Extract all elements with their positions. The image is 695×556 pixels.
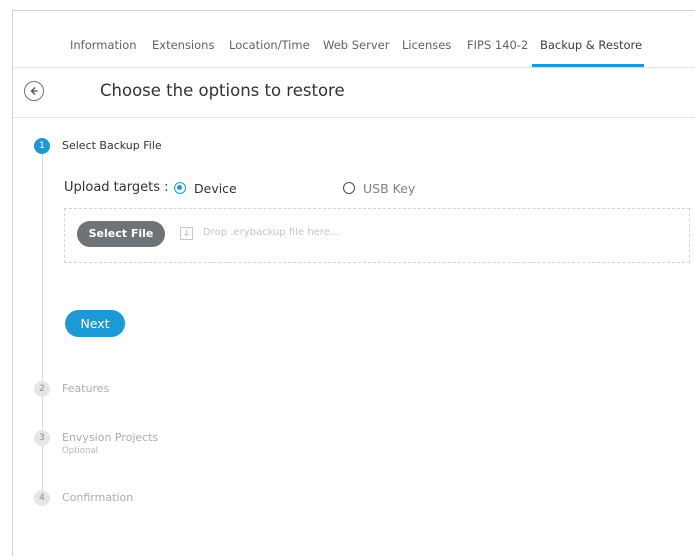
- file-drop-zone[interactable]: Select File Drop .erybackup file here...: [64, 208, 690, 263]
- drop-placeholder: Drop .erybackup file here...: [203, 227, 340, 238]
- page-title: Choose the options to restore: [100, 81, 345, 100]
- step-1-label: Select Backup File: [62, 139, 162, 152]
- radio-device-label[interactable]: Device: [194, 181, 237, 196]
- upload-targets-label: Upload targets :: [64, 180, 169, 195]
- select-file-button[interactable]: Select File: [77, 221, 165, 247]
- step-1-indicator: 1: [34, 138, 50, 154]
- step-3-label[interactable]: Envysion Projects: [62, 431, 158, 444]
- step-4-indicator: 4: [34, 490, 50, 506]
- step-2-label[interactable]: Features: [62, 382, 109, 395]
- step-3-optional: Optional: [62, 446, 98, 456]
- tab-extensions[interactable]: Extensions: [152, 38, 214, 52]
- tab-licenses[interactable]: Licenses: [402, 38, 451, 52]
- tab-web-server[interactable]: Web Server: [323, 38, 389, 52]
- page-header: Choose the options to restore: [13, 68, 695, 118]
- active-tab-indicator: [532, 64, 644, 67]
- radio-usb-key[interactable]: [343, 182, 355, 194]
- tab-backup-restore[interactable]: Backup & Restore: [540, 38, 642, 52]
- step-3-indicator: 3: [34, 430, 50, 446]
- tab-location-time[interactable]: Location/Time: [229, 38, 310, 52]
- step-2-indicator: 2: [34, 381, 50, 397]
- next-button[interactable]: Next: [65, 310, 125, 337]
- radio-device[interactable]: [174, 182, 186, 194]
- backup-restore-panel: Information Extensions Location/Time Web…: [12, 10, 695, 556]
- radio-usb-key-label[interactable]: USB Key: [363, 181, 415, 196]
- download-icon: [180, 227, 193, 240]
- tab-information[interactable]: Information: [70, 38, 137, 52]
- tab-bar: Information Extensions Location/Time Web…: [13, 11, 695, 68]
- tab-fips[interactable]: FIPS 140-2: [467, 38, 528, 52]
- stepper-line: [42, 154, 43, 504]
- arrow-left-icon: [30, 87, 38, 95]
- step-4-label[interactable]: Confirmation: [62, 491, 133, 504]
- back-button[interactable]: [24, 81, 44, 101]
